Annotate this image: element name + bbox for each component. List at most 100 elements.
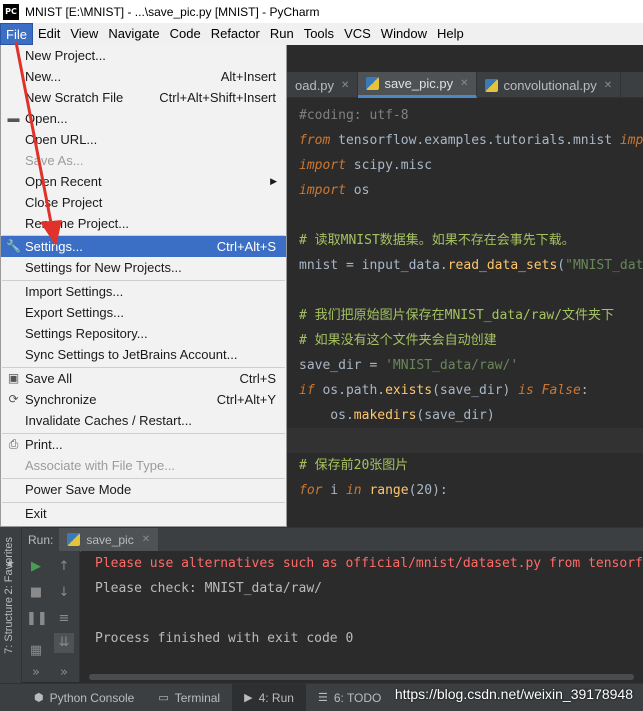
shortcut-label: Ctrl+Alt+Shift+Insert xyxy=(159,90,276,105)
run-tab-label: save_pic xyxy=(86,532,134,547)
file-menu-dropdown: New Project... New... Alt+Insert New Scra… xyxy=(0,45,287,527)
run-console[interactable]: Please use alternatives such as official… xyxy=(81,551,643,682)
menu-item-settings-new-projects[interactable]: Settings for New Projects... xyxy=(1,257,286,278)
menu-window[interactable]: Window xyxy=(376,23,432,45)
code-editor[interactable]: #coding: utf-8 from tensorflow.examples.… xyxy=(287,103,643,503)
menu-code[interactable]: Code xyxy=(165,23,206,45)
menu-item-associate-file-type: Associate with File Type... xyxy=(25,458,176,473)
soft-wrap-icon[interactable]: ≡ xyxy=(54,609,74,629)
save-icon: ▣ xyxy=(7,371,20,385)
todo-button[interactable]: ☰ 6: TODO xyxy=(306,684,393,711)
run-label: Run: xyxy=(28,532,54,547)
menu-tools[interactable]: Tools xyxy=(299,23,339,45)
down-arrow-icon[interactable]: ↓ xyxy=(54,583,74,603)
tab-download[interactable]: oad.py ✕ xyxy=(287,72,359,98)
menu-edit[interactable]: Edit xyxy=(33,23,65,45)
code-line: os.makedirs(save_dir) xyxy=(299,408,495,423)
layout-icon[interactable]: ▦ xyxy=(26,641,46,661)
tab-label: convolutional.py xyxy=(503,77,597,93)
menu-item-new-project[interactable]: New Project... xyxy=(1,45,286,66)
menu-item-save-all[interactable]: ▣ Save All Ctrl+S xyxy=(1,368,286,389)
run-toolbar: ▶ ↑ ■ ↓ ❚❚ ≡ ⇊ ▦ » » xyxy=(22,551,80,682)
tab-label: save_pic.py xyxy=(384,76,454,91)
terminal-button[interactable]: ▭ Terminal xyxy=(146,684,232,711)
tab-convolutional[interactable]: convolutional.py ✕ xyxy=(477,72,622,98)
menu-refactor[interactable]: Refactor xyxy=(206,23,265,45)
code-line-current xyxy=(287,428,643,453)
menu-file[interactable]: File xyxy=(0,23,33,45)
tab-save-pic[interactable]: save_pic.py ✕ xyxy=(358,72,478,98)
code-line: mnist = input_data.read_data_sets("MNIST… xyxy=(299,258,643,273)
todo-icon: ☰ xyxy=(317,692,328,704)
menu-item-exit[interactable]: Exit xyxy=(1,503,286,524)
shortcut-label: Ctrl+Alt+Y xyxy=(216,392,276,407)
menu-item-open-recent[interactable]: Open Recent ▶ xyxy=(1,171,286,192)
menu-item-settings[interactable]: 🔧 Settings... Ctrl+Alt+S xyxy=(1,236,286,257)
menu-item-power-save[interactable]: Power Save Mode xyxy=(1,479,286,500)
menu-item-import-settings[interactable]: Import Settings... xyxy=(1,281,286,302)
code-line: # 如果没有这个文件夹会自动创建 xyxy=(299,333,497,348)
run-panel-header: Run: save_pic ✕ xyxy=(22,527,643,552)
menu-item-export-settings[interactable]: Export Settings... xyxy=(1,302,286,323)
star-icon: ★ xyxy=(5,557,15,570)
printer-icon: ⎙ xyxy=(8,437,19,451)
close-icon[interactable]: ✕ xyxy=(604,80,612,91)
menu-item-close-project[interactable]: Close Project xyxy=(1,192,286,213)
editor-area: oad.py ✕ save_pic.py ✕ convolutional.py … xyxy=(287,45,643,525)
menu-item-invalidate-caches[interactable]: Invalidate Caches / Restart... xyxy=(1,410,286,431)
python-console-button[interactable]: ⬢ Python Console xyxy=(0,684,146,711)
menu-item-rename-project[interactable]: Rename Project... xyxy=(1,213,286,234)
window-title: MNIST [E:\MNIST] - ...\save_pic.py [MNIS… xyxy=(25,4,320,19)
rerun-icon[interactable]: ▶ xyxy=(26,557,46,577)
structure-tool-button[interactable]: 7: Structure xyxy=(3,597,15,654)
left-tool-strip: 2: Favorites ★ 7: Structure xyxy=(0,527,22,683)
title-bar: PC MNIST [E:\MNIST] - ...\save_pic.py [M… xyxy=(0,0,643,23)
run-tool-button[interactable]: ▶ 4: Run xyxy=(232,683,306,711)
code-line: #coding: utf-8 xyxy=(299,108,409,123)
menu-vcs[interactable]: VCS xyxy=(339,23,376,45)
menu-item-settings-repository[interactable]: Settings Repository... xyxy=(1,323,286,344)
python-file-icon xyxy=(67,533,81,546)
pycharm-logo-icon: PC xyxy=(3,3,19,20)
terminal-icon: ▭ xyxy=(158,692,169,704)
code-line: if os.path.exists(save_dir) is False: xyxy=(299,383,589,398)
menu-item-new-scratch[interactable]: New Scratch File Ctrl+Alt+Shift+Insert xyxy=(1,87,286,108)
code-line: from tensorflow.examples.tutorials.mnist… xyxy=(299,133,643,148)
scrollbar-thumb[interactable] xyxy=(89,674,634,680)
code-line: # 读取MNIST数据集。如果不存在会事先下载。 xyxy=(299,233,575,248)
menu-item-open[interactable]: ▬ Open... xyxy=(1,108,286,129)
menu-item-open-url[interactable]: Open URL... xyxy=(1,129,286,150)
shortcut-label: Ctrl+S xyxy=(239,371,276,386)
run-tab-save-pic[interactable]: save_pic ✕ xyxy=(59,527,159,552)
menu-view[interactable]: View xyxy=(65,23,103,45)
menu-item-new[interactable]: New... Alt+Insert xyxy=(1,66,286,87)
code-line: for i in range(20): xyxy=(299,483,448,498)
menu-run[interactable]: Run xyxy=(265,23,299,45)
code-line: import scipy.misc xyxy=(299,158,433,173)
submenu-arrow-icon: ▶ xyxy=(270,176,277,186)
up-arrow-icon[interactable]: ↑ xyxy=(54,557,74,577)
code-line: save_dir = 'MNIST_data/raw/' xyxy=(299,358,519,373)
menu-item-synchronize[interactable]: ⟳ Synchronize Ctrl+Alt+Y xyxy=(1,389,286,410)
watermark-url: https://blog.csdn.net/weixin_39178948 xyxy=(394,686,633,702)
editor-tabs: oad.py ✕ save_pic.py ✕ convolutional.py … xyxy=(287,72,643,98)
stop-icon[interactable]: ■ xyxy=(26,583,46,603)
console-horizontal-scrollbar[interactable] xyxy=(81,672,643,682)
menu-item-print[interactable]: ⎙ Print... xyxy=(1,434,286,455)
close-icon[interactable]: ✕ xyxy=(460,78,468,89)
menu-item-save-as: Save As... xyxy=(25,153,84,168)
more-icon[interactable]: » xyxy=(54,663,74,683)
menu-help[interactable]: Help xyxy=(432,23,469,45)
pause-icon[interactable]: ❚❚ xyxy=(26,609,48,629)
more-icon[interactable]: » xyxy=(26,663,46,683)
menu-navigate[interactable]: Navigate xyxy=(103,23,164,45)
menu-item-sync-settings[interactable]: Sync Settings to JetBrains Account... xyxy=(1,344,286,365)
close-icon[interactable]: ✕ xyxy=(341,80,349,91)
wrench-icon: 🔧 xyxy=(6,239,21,253)
close-icon[interactable]: ✕ xyxy=(142,534,150,545)
scroll-to-end-icon[interactable]: ⇊ xyxy=(54,633,74,653)
console-line: Process finished with exit code 0 xyxy=(95,631,354,646)
